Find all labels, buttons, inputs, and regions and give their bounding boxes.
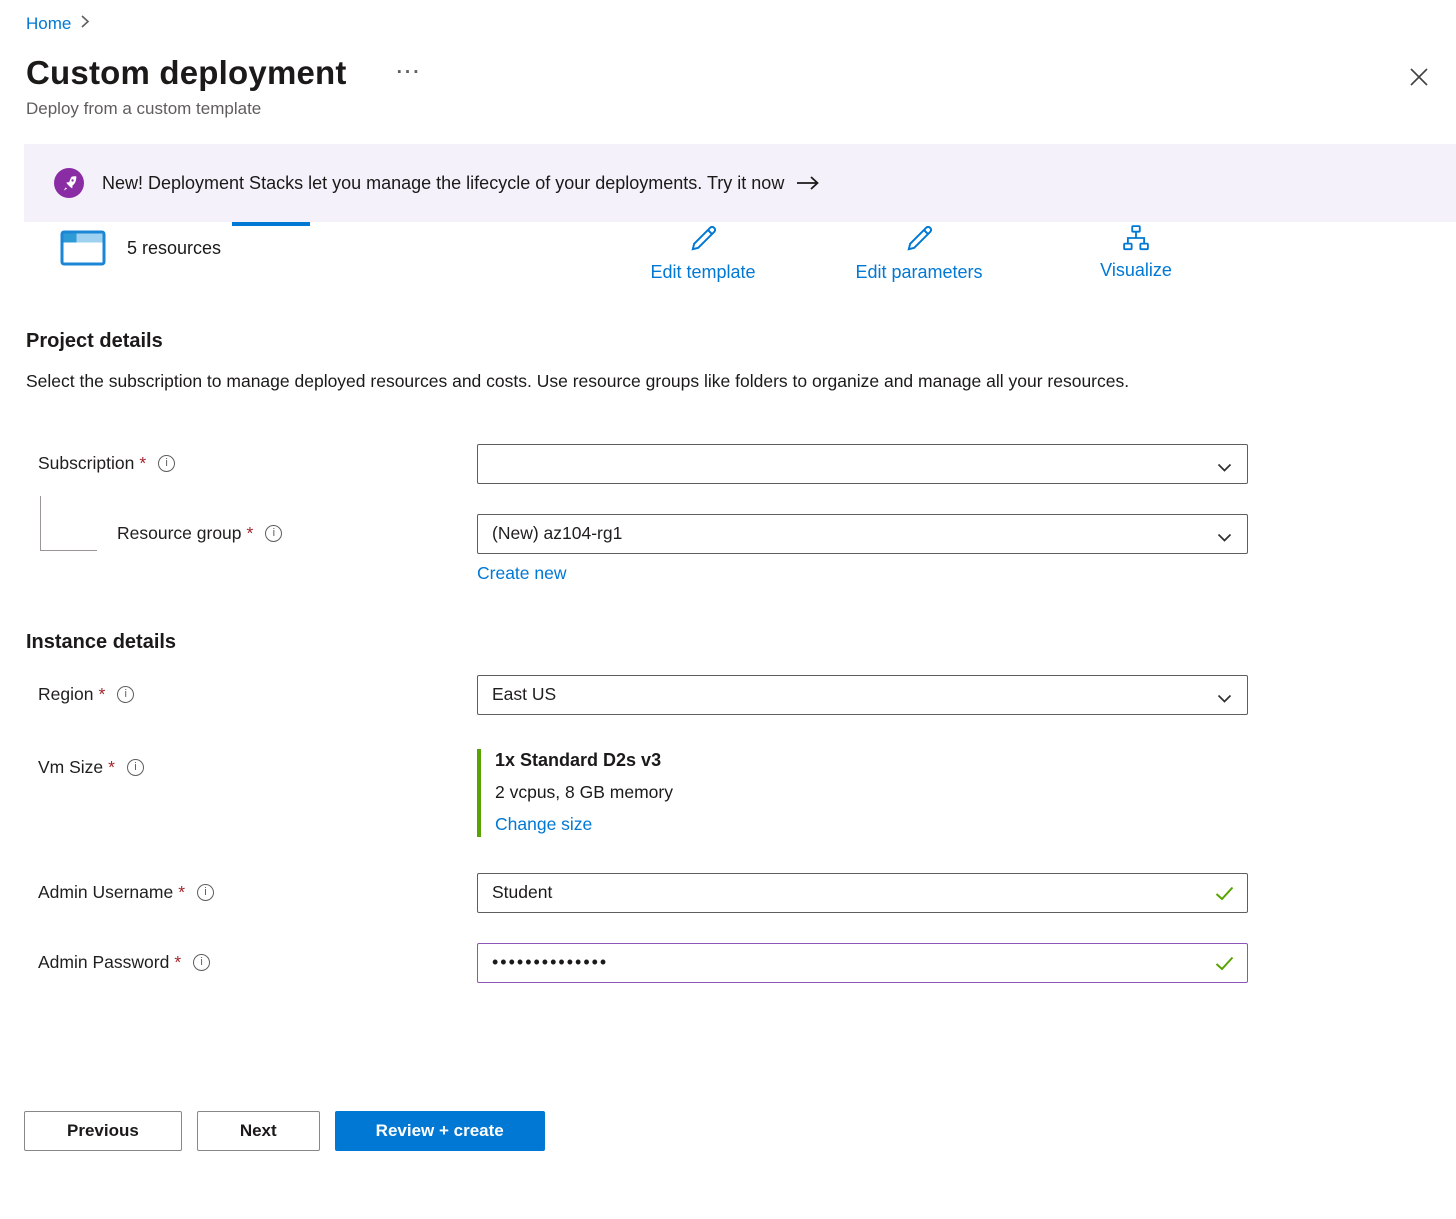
more-menu-button[interactable]: ··· xyxy=(397,62,422,84)
next-button[interactable]: Next xyxy=(197,1111,320,1151)
org-chart-icon xyxy=(1122,224,1150,257)
resource-group-control: (New) az104-rg1 xyxy=(477,514,1248,554)
vm-size-specs: 2 vcpus, 8 GB memory xyxy=(495,782,1248,803)
admin-username-label-cell: Admin Username * xyxy=(24,882,477,903)
admin-username-label: Admin Username xyxy=(38,882,173,903)
vm-size-row: Vm Size * 1x Standard D2s v3 2 vcpus, 8 … xyxy=(24,749,1456,837)
admin-password-input[interactable] xyxy=(477,943,1248,983)
region-label: Region xyxy=(38,684,93,705)
subscription-control xyxy=(477,444,1248,484)
admin-password-control xyxy=(477,943,1248,983)
resource-group-dropdown[interactable]: (New) az104-rg1 xyxy=(477,514,1248,554)
template-bar: 5 resources Edit template Edit parameter… xyxy=(0,224,1456,290)
subscription-label: Subscription xyxy=(38,453,134,474)
region-row: Region * East US xyxy=(24,675,1456,715)
close-icon xyxy=(1409,67,1429,87)
visualize-label: Visualize xyxy=(1100,260,1172,281)
template-resources-icon xyxy=(60,230,106,271)
region-dropdown[interactable]: East US xyxy=(477,675,1248,715)
project-details-description: Select the subscription to manage deploy… xyxy=(26,366,1186,398)
pencil-icon xyxy=(904,224,934,259)
info-icon[interactable] xyxy=(117,686,134,703)
resource-group-value: (New) az104-rg1 xyxy=(492,523,622,544)
admin-username-row: Admin Username * xyxy=(24,873,1456,913)
subscription-label-cell: Subscription * xyxy=(24,453,477,474)
review-create-button[interactable]: Review + create xyxy=(335,1111,545,1151)
previous-button[interactable]: Previous xyxy=(24,1111,182,1151)
edit-template-label: Edit template xyxy=(650,262,755,283)
resource-group-row: Resource group * (New) az104-rg1 xyxy=(24,514,1456,554)
edit-parameters-button[interactable]: Edit parameters xyxy=(839,224,999,283)
rocket-icon xyxy=(54,168,84,198)
change-size-link[interactable]: Change size xyxy=(495,814,592,835)
region-label-cell: Region * xyxy=(24,684,477,705)
instance-details-heading: Instance details xyxy=(26,631,1456,654)
project-details-heading: Project details xyxy=(26,330,1456,353)
chevron-right-icon xyxy=(80,14,90,34)
subscription-row: Subscription * xyxy=(24,444,1456,484)
required-marker: * xyxy=(247,523,254,544)
close-button[interactable] xyxy=(1406,64,1432,90)
info-icon[interactable] xyxy=(193,954,210,971)
wizard-footer: Previous Next Review + create xyxy=(24,1111,1456,1151)
arrow-right-icon[interactable] xyxy=(796,175,820,191)
vm-size-title: 1x Standard D2s v3 xyxy=(495,750,1248,771)
admin-username-input[interactable] xyxy=(477,873,1248,913)
info-icon[interactable] xyxy=(127,759,144,776)
region-value: East US xyxy=(492,684,556,705)
admin-username-control xyxy=(477,873,1248,913)
pencil-icon xyxy=(688,224,718,259)
resource-group-label-cell: Resource group * xyxy=(24,523,477,544)
edit-template-button[interactable]: Edit template xyxy=(623,224,783,283)
vm-size-label: Vm Size xyxy=(38,757,103,778)
required-marker: * xyxy=(139,453,146,474)
clipped-link-fragment xyxy=(232,222,310,226)
admin-password-label: Admin Password xyxy=(38,952,169,973)
required-marker: * xyxy=(98,684,105,705)
hierarchy-connector-line xyxy=(40,496,97,551)
required-marker: * xyxy=(108,757,115,778)
create-new-link[interactable]: Create new xyxy=(477,563,567,584)
region-control: East US xyxy=(477,675,1248,715)
banner-message: New! Deployment Stacks let you manage th… xyxy=(102,173,784,194)
vm-size-control: 1x Standard D2s v3 2 vcpus, 8 GB memory … xyxy=(477,749,1248,837)
admin-password-label-cell: Admin Password * xyxy=(24,952,477,973)
vm-size-label-cell: Vm Size * xyxy=(24,749,477,778)
breadcrumb-home-link[interactable]: Home xyxy=(26,14,71,34)
resource-count: 5 resources xyxy=(127,238,221,259)
deployment-stacks-banner: New! Deployment Stacks let you manage th… xyxy=(24,144,1456,222)
info-icon[interactable] xyxy=(197,884,214,901)
page-title: Custom deployment xyxy=(26,54,347,92)
breadcrumb: Home xyxy=(0,0,1456,34)
page-header: Custom deployment ··· xyxy=(26,54,1456,92)
admin-password-row: Admin Password * xyxy=(24,943,1456,983)
deployment-form: Subscription * Resource group * (New) az… xyxy=(0,444,1456,983)
resource-group-label: Resource group xyxy=(117,523,242,544)
info-icon[interactable] xyxy=(265,525,282,542)
required-marker: * xyxy=(178,882,185,903)
vm-size-summary: 1x Standard D2s v3 2 vcpus, 8 GB memory … xyxy=(477,749,1248,837)
edit-parameters-label: Edit parameters xyxy=(855,262,982,283)
info-icon[interactable] xyxy=(158,455,175,472)
required-marker: * xyxy=(174,952,181,973)
page-subtitle: Deploy from a custom template xyxy=(26,99,1456,119)
create-new-row: Create new xyxy=(477,563,1456,584)
visualize-button[interactable]: Visualize xyxy=(1056,224,1216,281)
subscription-dropdown[interactable] xyxy=(477,444,1248,484)
